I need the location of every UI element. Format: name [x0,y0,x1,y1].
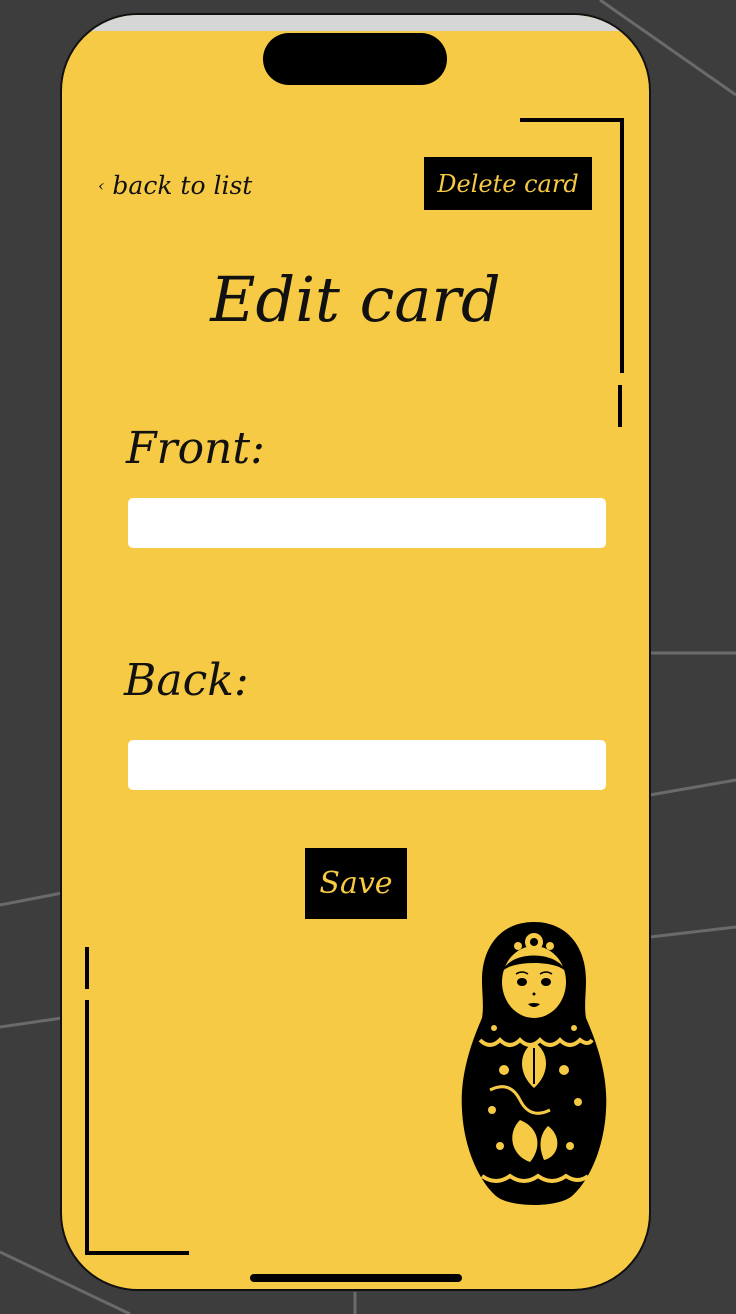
decor-bottom-left-vertical [85,1000,89,1255]
dynamic-island [263,33,447,85]
status-bar [62,15,649,31]
home-indicator[interactable] [250,1274,462,1282]
save-button[interactable]: Save [305,848,407,919]
delete-card-button[interactable]: Delete card [424,157,592,210]
back-input[interactable] [128,740,606,790]
matryoshka-doll-icon [461,922,607,1205]
page-title: Edit card [210,263,501,336]
back-to-list-label: back to list [112,171,253,200]
decor-bottom-left-horizontal [85,1251,189,1255]
chevron-left-icon: ‹ [98,176,105,195]
back-label: Back: [124,655,249,706]
decor-top-right-vertical-short [618,385,622,427]
decor-bottom-left-vertical-short [85,947,89,989]
front-label: Front: [126,423,265,474]
front-input[interactable] [128,498,606,548]
back-to-list-link[interactable]: ‹ back to list [98,171,252,200]
phone-frame: ‹ back to list Delete card Edit card Fron… [60,13,651,1291]
decor-top-right-horizontal [520,118,624,122]
